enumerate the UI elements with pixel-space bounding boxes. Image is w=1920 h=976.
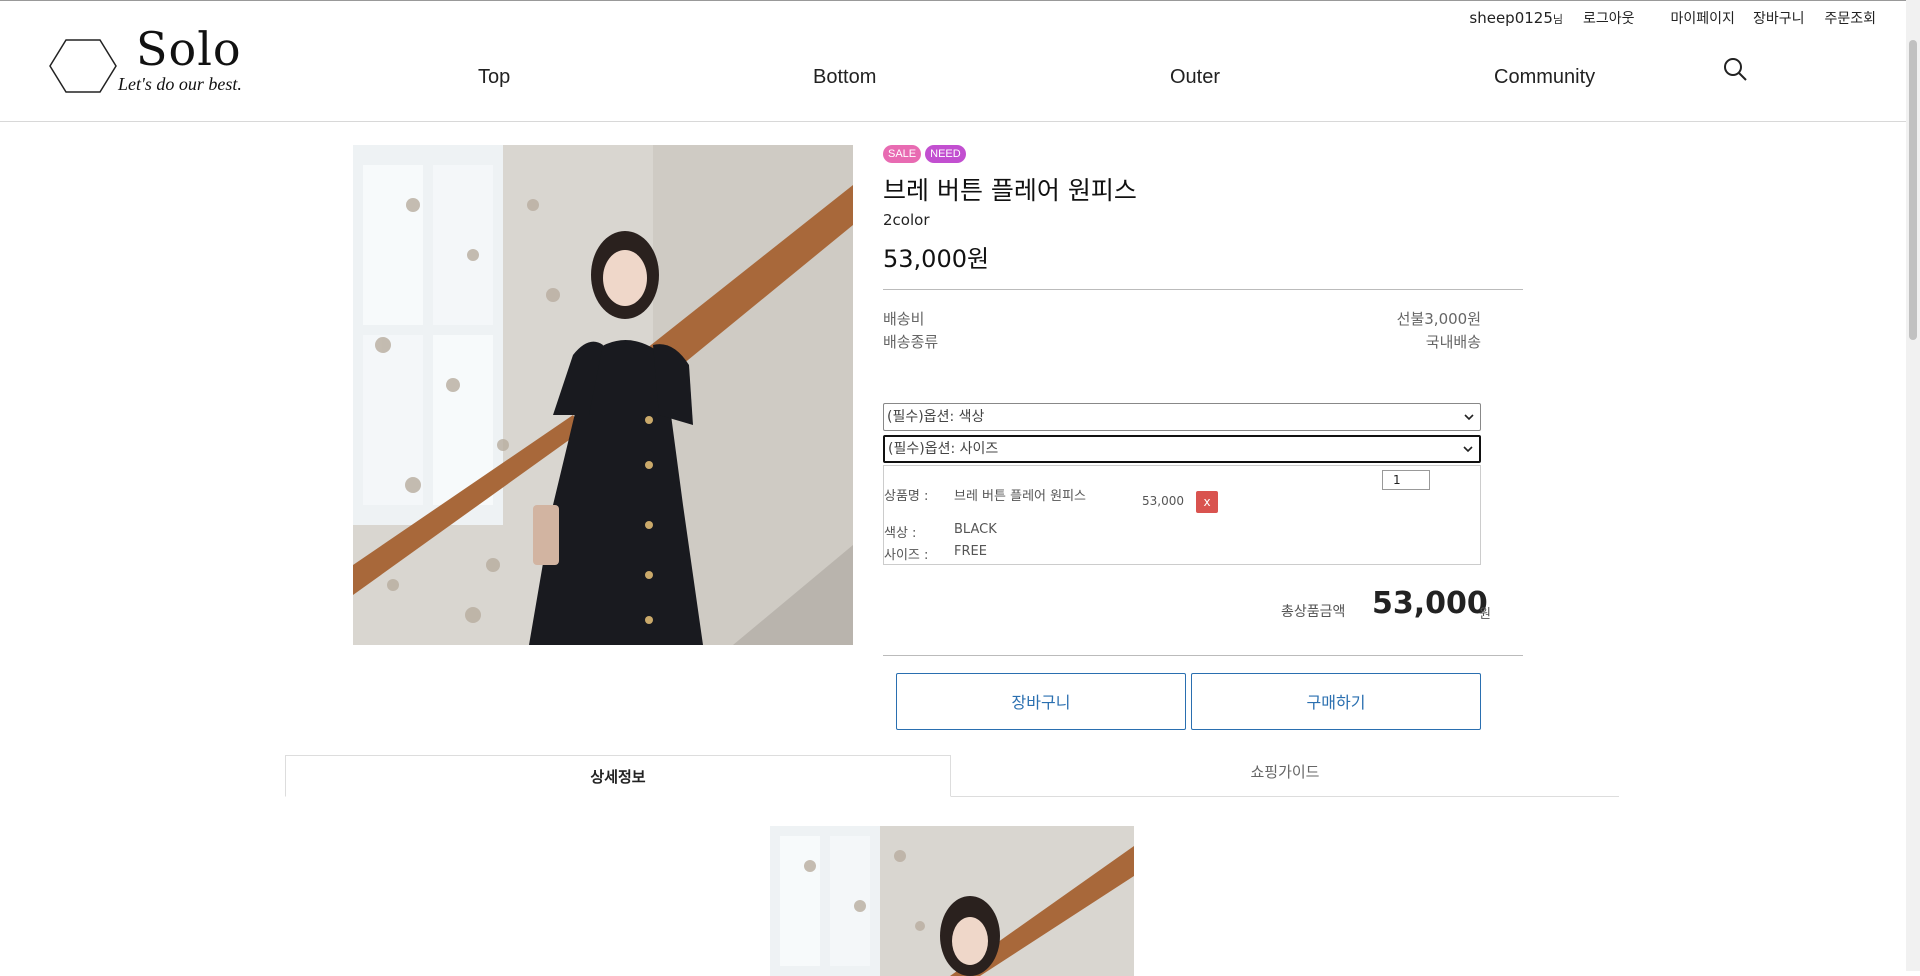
shipping-fee-label: 배송비 [883, 310, 925, 328]
item-size-label: 사이즈 : [884, 548, 929, 563]
item-name-label: 상품명 : [884, 489, 929, 504]
tab-detail-info[interactable]: 상세정보 [285, 755, 951, 797]
total-amount: 53,000 [1372, 586, 1488, 621]
product-info: SALE NEED 브레 버튼 플레어 원피스 2color 53,000원 [883, 145, 1523, 274]
add-to-cart-button[interactable]: 장바구니 [896, 673, 1186, 730]
product-name: 브레 버튼 플레어 원피스 [883, 176, 1137, 205]
tab-shopping-guide[interactable]: 쇼핑가이드 [951, 755, 1619, 797]
badge-list: SALE NEED [883, 145, 1523, 163]
product-price: 53,000원 [883, 245, 990, 273]
divider [883, 655, 1523, 656]
shipping-type-value: 국내배송 [1425, 333, 1481, 351]
item-price: 53,000 [1142, 494, 1184, 508]
search-icon[interactable] [1722, 56, 1748, 82]
username: sheep0125 [1469, 9, 1553, 27]
item-size: FREE [954, 544, 987, 559]
selected-option-box: 상품명 : 브레 버튼 플레어 원피스 53,000 x 1 색상 : BLAC… [883, 465, 1481, 565]
nav-bottom[interactable]: Bottom [813, 66, 876, 89]
logout-link[interactable]: 로그아웃 [1583, 8, 1635, 28]
utility-links: sheep0125님 로그아웃 마이페이지 장바구니 주문조회 [1469, 8, 1876, 28]
user-greeting: sheep0125님 [1469, 9, 1563, 27]
quantity-input[interactable]: 1 [1382, 470, 1430, 490]
detail-image [770, 826, 1134, 976]
cart-link[interactable]: 장바구니 [1753, 8, 1805, 28]
item-color: BLACK [954, 522, 997, 537]
chevron-down-icon [1463, 446, 1473, 453]
total-label: 총상품금액 [1281, 604, 1346, 620]
size-option-value: (필수)옵션: 사이즈 [888, 441, 999, 457]
nav-community[interactable]: Community [1494, 66, 1595, 89]
chevron-down-icon [1464, 414, 1474, 421]
mypage-link[interactable]: 마이페이지 [1671, 8, 1735, 28]
sale-badge: SALE [883, 145, 922, 163]
product-image [353, 145, 853, 645]
need-badge: NEED [925, 145, 966, 163]
user-suffix: 님 [1552, 13, 1563, 26]
item-name: 브레 버튼 플레어 원피스 [954, 489, 1086, 504]
nav-outer[interactable]: Outer [1170, 66, 1220, 89]
shipping-fee-value: 선불3,000원 [1396, 310, 1481, 328]
total-unit: 원 [1479, 607, 1491, 622]
shipping-fee-row: 배송비 선불3,000원 [883, 308, 1481, 329]
product-color-count: 2color [883, 211, 930, 229]
page-scrollbar[interactable] [1906, 0, 1920, 971]
scrollbar-thumb[interactable] [1909, 40, 1917, 340]
color-option-value: (필수)옵션: 색상 [887, 409, 985, 425]
remove-item-button[interactable]: x [1196, 491, 1218, 513]
logo-tagline: Let's do our best. [118, 74, 242, 94]
item-color-label: 색상 : [884, 526, 917, 541]
nav-top[interactable]: Top [478, 66, 510, 89]
size-option-select[interactable]: (필수)옵션: 사이즈 [883, 435, 1481, 463]
logo-title: Solo [136, 22, 242, 76]
hexagon-logo-icon [49, 39, 117, 93]
site-header: Solo Let's do our best. sheep0125님 로그아웃 … [0, 0, 1906, 122]
order-lookup-link[interactable]: 주문조회 [1824, 8, 1876, 28]
color-option-select[interactable]: (필수)옵션: 색상 [883, 403, 1481, 431]
shipping-type-row: 배송종류 국내배송 [883, 331, 1481, 352]
buy-now-button[interactable]: 구매하기 [1191, 673, 1481, 730]
shipping-type-label: 배송종류 [883, 333, 939, 351]
logo[interactable]: Solo Let's do our best. [48, 22, 298, 96]
divider [883, 289, 1523, 290]
